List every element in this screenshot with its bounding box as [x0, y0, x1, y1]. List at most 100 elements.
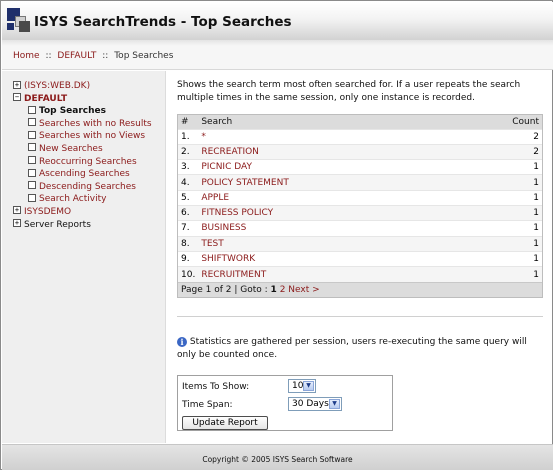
app-window: ISYS SearchTrends - Top Searches Home ::… [0, 0, 553, 470]
time-span-value: 30 Days [292, 399, 329, 409]
breadcrumb: Home :: DEFAULT :: Top Searches [2, 40, 553, 70]
report-options-form: Items To Show: 10 ▼ Time Span: 30 Days ▼… [177, 375, 393, 431]
sidebar-item[interactable]: Descending Searches [13, 181, 152, 194]
sidebar-item-label[interactable]: Reoccurring Searches [39, 157, 137, 167]
row-number: 9. [178, 250, 199, 267]
search-term-link[interactable]: RECRUITMENT [198, 266, 453, 282]
sidebar-item-label[interactable]: Searches with no Views [39, 131, 145, 141]
search-term-link[interactable]: SHIFTWORK [198, 250, 453, 267]
sidebar-item[interactable]: Reoccurring Searches [13, 156, 152, 169]
update-report-button[interactable]: Update Report [182, 416, 268, 430]
collapse-icon[interactable]: − [13, 93, 21, 102]
expand-icon[interactable]: + [13, 80, 21, 89]
column-header-number: # [178, 115, 199, 129]
sidebar-item-label[interactable]: Descending Searches [39, 182, 136, 192]
search-term-link[interactable]: * [198, 128, 453, 145]
header: ISYS SearchTrends - Top Searches [2, 2, 553, 40]
report-node-icon [28, 193, 36, 202]
report-node-icon [28, 156, 36, 165]
divider [177, 316, 543, 317]
row-count: 1 [452, 159, 542, 175]
search-term-link[interactable]: BUSINESS [198, 220, 453, 237]
search-term-link[interactable]: PICNIC DAY [198, 159, 453, 175]
breadcrumb-current: Top Searches [114, 51, 174, 61]
sidebar-item-label[interactable]: Search Activity [39, 194, 106, 204]
sidebar-item[interactable]: − DEFAULT [13, 93, 152, 106]
sidebar-item-label[interactable]: Searches with no Results [39, 119, 152, 129]
row-number: 5. [178, 189, 199, 206]
sidebar-item[interactable]: Search Activity [13, 193, 152, 206]
page-2-link[interactable]: 2 [280, 285, 286, 295]
sidebar-item[interactable]: Searches with no Views [13, 130, 152, 143]
search-term-link[interactable]: RECREATION [198, 143, 453, 160]
expand-icon[interactable]: + [13, 206, 21, 215]
sidebar-item-label[interactable]: Top Searches [39, 106, 106, 116]
results-table: # Search Count 1. * 2 2. RECREATION 2 3. PICNIC… [177, 114, 543, 298]
table-row: 9. SHIFTWORK 1 [178, 250, 542, 267]
footer: Copyright © 2005 ISYS Search Software [2, 444, 553, 470]
navigation-tree: + (ISYS:WEB.DK) − DEFAULT Top Searches Search… [13, 80, 152, 231]
breadcrumb-default-link[interactable]: DEFAULT [57, 51, 96, 61]
expand-icon[interactable]: + [13, 219, 21, 228]
sidebar-item-label[interactable]: Ascending Searches [39, 169, 130, 179]
row-count: 1 [452, 235, 542, 252]
search-term-link[interactable]: TEST [198, 235, 453, 252]
table-row: 10. RECRUITMENT 1 [178, 266, 542, 282]
sidebar: + (ISYS:WEB.DK) − DEFAULT Top Searches Search… [2, 71, 166, 443]
row-count: 1 [452, 204, 542, 221]
sidebar-item-label[interactable]: ISYSDEMO [24, 207, 71, 217]
report-node-icon [28, 118, 36, 127]
search-term-link[interactable]: FITNESS POLICY [198, 204, 453, 221]
info-icon: i [177, 337, 187, 347]
row-count: 1 [452, 220, 542, 237]
sidebar-item[interactable]: + Server Reports [13, 219, 152, 232]
report-node-icon [28, 130, 36, 139]
table-row: 8. TEST 1 [178, 235, 542, 252]
column-header-count: Count [452, 115, 542, 129]
row-number: 10. [178, 266, 199, 282]
breadcrumb-separator: :: [45, 51, 52, 61]
row-number: 4. [178, 174, 199, 191]
time-span-select[interactable]: 30 Days ▼ [288, 397, 342, 411]
items-to-show-value: 10 [292, 381, 304, 391]
page-title: ISYS SearchTrends - Top Searches [34, 14, 292, 30]
sidebar-item[interactable]: Searches with no Results [13, 118, 152, 131]
next-page-link[interactable]: Next > [288, 285, 319, 295]
chevron-down-icon[interactable]: ▼ [303, 381, 314, 391]
sidebar-item-label[interactable]: (ISYS:WEB.DK) [24, 81, 90, 91]
table-row: 6. FITNESS POLICY 1 [178, 204, 542, 221]
row-number: 7. [178, 220, 199, 237]
sidebar-item[interactable]: Ascending Searches [13, 168, 152, 181]
search-term-link[interactable]: APPLE [198, 189, 453, 206]
row-number: 6. [178, 204, 199, 221]
row-number: 1. [178, 128, 199, 145]
table-header-row: # Search Count [178, 115, 542, 129]
row-count: 2 [452, 128, 542, 145]
time-span-label: Time Span: [182, 400, 233, 410]
table-row: 2. RECREATION 2 [178, 143, 542, 160]
report-node-icon [28, 181, 36, 190]
sidebar-item[interactable]: + (ISYS:WEB.DK) [13, 80, 152, 93]
session-note-text: Statistics are gathered per session, use… [177, 337, 527, 360]
table-row: 5. APPLE 1 [178, 189, 542, 206]
search-term-link[interactable]: POLICY STATEMENT [198, 174, 453, 191]
sidebar-item-label[interactable]: DEFAULT [24, 94, 67, 104]
items-to-show-label: Items To Show: [182, 382, 250, 392]
sidebar-item[interactable]: Top Searches [13, 105, 152, 118]
row-count: 2 [452, 143, 542, 160]
items-to-show-select[interactable]: 10 ▼ [288, 379, 316, 393]
chevron-down-icon[interactable]: ▼ [329, 399, 340, 409]
sidebar-item-label[interactable]: New Searches [39, 144, 103, 154]
breadcrumb-home-link[interactable]: Home [13, 51, 40, 61]
row-count: 1 [452, 189, 542, 206]
row-number: 2. [178, 143, 199, 160]
session-note: i Statistics are gathered per session, u… [177, 336, 547, 362]
report-node-icon [28, 168, 36, 177]
column-header-search: Search [198, 115, 453, 129]
page-1-current: 1 [270, 284, 277, 295]
table-row: 4. POLICY STATEMENT 1 [178, 174, 542, 191]
sidebar-item-label[interactable]: Server Reports [24, 220, 91, 230]
sidebar-item[interactable]: + ISYSDEMO [13, 206, 152, 219]
row-count: 1 [452, 250, 542, 267]
sidebar-item[interactable]: New Searches [13, 143, 152, 156]
